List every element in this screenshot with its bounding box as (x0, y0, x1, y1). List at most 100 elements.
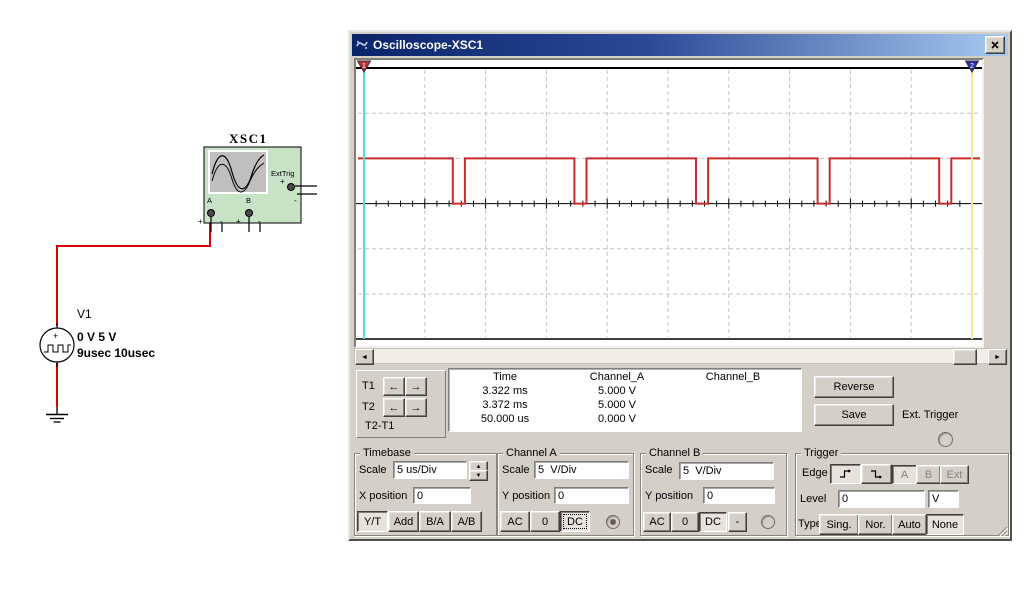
timebase-scale-spin-down[interactable]: ▼ (469, 470, 488, 481)
left-arrow-icon: ← (389, 381, 400, 393)
channel-a-ac-button[interactable]: AC (500, 511, 530, 532)
svg-text:2: 2 (970, 63, 974, 70)
trigger-level-unit[interactable] (928, 490, 959, 508)
right-arrow-icon: → (411, 402, 422, 414)
rising-edge-icon (839, 468, 852, 480)
t2-cursor-marker[interactable]: 2 (966, 61, 979, 72)
up-arrow-icon: ▲ (476, 464, 482, 470)
oscilloscope-window: Oscilloscope-XSC1 12 ◄ ► T1 ← → T2 ← → T (348, 30, 1012, 541)
window-title: Oscilloscope-XSC1 (373, 38, 483, 52)
scroll-left-button[interactable]: ◄ (355, 349, 374, 365)
channel-b-ac-button[interactable]: AC (643, 512, 671, 532)
t2-row: 3.372 ms 5.000 V (449, 399, 801, 413)
t2-right-button[interactable]: → (405, 398, 427, 417)
channel-a-ypos-input[interactable] (554, 487, 629, 504)
svg-text:-: - (220, 217, 223, 226)
ext-trigger-indicator (938, 432, 953, 447)
t1-left-button[interactable]: ← (383, 377, 405, 396)
ab-mode-button[interactable]: A/B (451, 511, 482, 532)
channel-b-input-indicator (761, 515, 775, 529)
channel-b-dc-button[interactable]: DC (699, 512, 727, 532)
svg-text:+: + (53, 331, 58, 341)
left-arrow-icon: ◄ (361, 354, 368, 361)
add-mode-button[interactable]: Add (388, 511, 419, 532)
horizontal-scrollbar[interactable]: ◄ ► (354, 348, 1008, 364)
delta-row: 50.000 us 0.000 V (449, 413, 801, 427)
trigger-type-normal-button[interactable]: Nor. (858, 514, 893, 535)
source-value-1: 0 V 5 V (77, 330, 116, 344)
t2-t1-label: T2-T1 (365, 420, 394, 433)
terminal-b-label: B (246, 196, 251, 205)
save-button[interactable]: Save (814, 404, 894, 426)
source-refdes: V1 (77, 307, 92, 321)
t1-channel-b (673, 385, 793, 399)
channel-a-trace (358, 158, 980, 203)
scroll-right-button[interactable]: ► (988, 349, 1007, 365)
multisim-workspace: { "window": { "title": "Oscilloscope-XSC… (0, 0, 1022, 599)
trigger-rising-edge-button[interactable] (830, 464, 861, 484)
channel-b-scale-input[interactable] (679, 462, 774, 480)
t1-right-button[interactable]: → (405, 377, 427, 396)
scope-display[interactable]: 12 (354, 58, 984, 348)
channel-a-ground-button[interactable]: 0 (530, 511, 560, 532)
source-value-2: 9usec 10usec (77, 346, 155, 360)
resize-grip[interactable] (996, 525, 1008, 537)
x-position-input[interactable] (413, 487, 471, 504)
clock-source-v1[interactable]: + (40, 323, 74, 367)
svg-text:+: + (198, 217, 203, 226)
col-time: Time (449, 371, 561, 385)
trigger-type-none-button[interactable]: None (926, 514, 964, 535)
ba-mode-button[interactable]: B/A (419, 511, 451, 532)
trigger-source-b-button: B (916, 465, 941, 484)
channel-b-ypos-label: Y position (645, 490, 693, 503)
falling-edge-icon (870, 468, 883, 480)
t1-time: 3.322 ms (449, 385, 561, 399)
svg-text:+: + (236, 217, 241, 226)
close-icon (991, 41, 999, 49)
channel-b-scale-label: Scale (645, 464, 673, 477)
trigger-level-input[interactable] (838, 490, 925, 508)
delta-channel-a: 0.000 V (561, 413, 673, 427)
timebase-title: Timebase (360, 447, 414, 459)
oscilloscope-symbol[interactable]: ExtTrig + - A + - B + - XSC1 (198, 131, 317, 232)
title-bar[interactable]: Oscilloscope-XSC1 (352, 34, 1008, 56)
channel-b-title: Channel B (646, 447, 703, 459)
channel-b-ground-button[interactable]: 0 (671, 512, 699, 532)
channel-a-scale-input[interactable] (534, 461, 629, 479)
timebase-scale-label: Scale (359, 464, 387, 477)
trigger-source-ext-button: Ext (940, 465, 969, 484)
ext-trig-terminal[interactable] (288, 184, 295, 191)
svg-text:1: 1 (362, 63, 366, 70)
svg-text:-: - (294, 196, 297, 205)
ground-symbol[interactable] (46, 407, 68, 422)
t2-left-button[interactable]: ← (383, 398, 405, 417)
t1-cursor-marker[interactable]: 1 (358, 61, 371, 72)
channel-a-group: Channel A Scale Y position AC 0 DC (497, 453, 634, 536)
yt-mode-button[interactable]: Y/T (357, 511, 388, 532)
terminal-b[interactable] (246, 210, 253, 217)
channel-b-minus-button[interactable]: - (728, 512, 747, 532)
ext-trigger-label: Ext. Trigger (902, 409, 958, 422)
trigger-falling-edge-button[interactable] (861, 464, 892, 484)
col-channel-b: Channel_B (673, 371, 793, 385)
instrument-refdes: XSC1 (229, 131, 268, 146)
reverse-button[interactable]: Reverse (814, 376, 894, 398)
cursor-controls: T1 ← → T2 ← → T2-T1 (356, 370, 446, 438)
timebase-scale-input[interactable] (393, 461, 467, 479)
measurement-readout: Time Channel_A Channel_B 3.322 ms 5.000 … (448, 368, 802, 432)
right-arrow-icon: ► (994, 354, 1001, 361)
channel-b-ypos-input[interactable] (703, 487, 775, 504)
t2-channel-a: 5.000 V (561, 399, 673, 413)
svg-text:+: + (280, 177, 285, 186)
delta-channel-b (673, 413, 793, 427)
graticule (356, 68, 982, 339)
terminal-a[interactable] (208, 210, 215, 217)
channel-a-dc-button[interactable]: DC (560, 511, 590, 532)
trigger-type-single-button[interactable]: Sing. (819, 514, 859, 535)
scrollbar-thumb[interactable] (953, 349, 977, 365)
t2-channel-b (673, 399, 793, 413)
t2-label: T2 (362, 401, 375, 414)
channel-a-title: Channel A (503, 447, 560, 459)
close-button[interactable] (985, 36, 1005, 54)
trigger-type-auto-button[interactable]: Auto (892, 514, 927, 535)
